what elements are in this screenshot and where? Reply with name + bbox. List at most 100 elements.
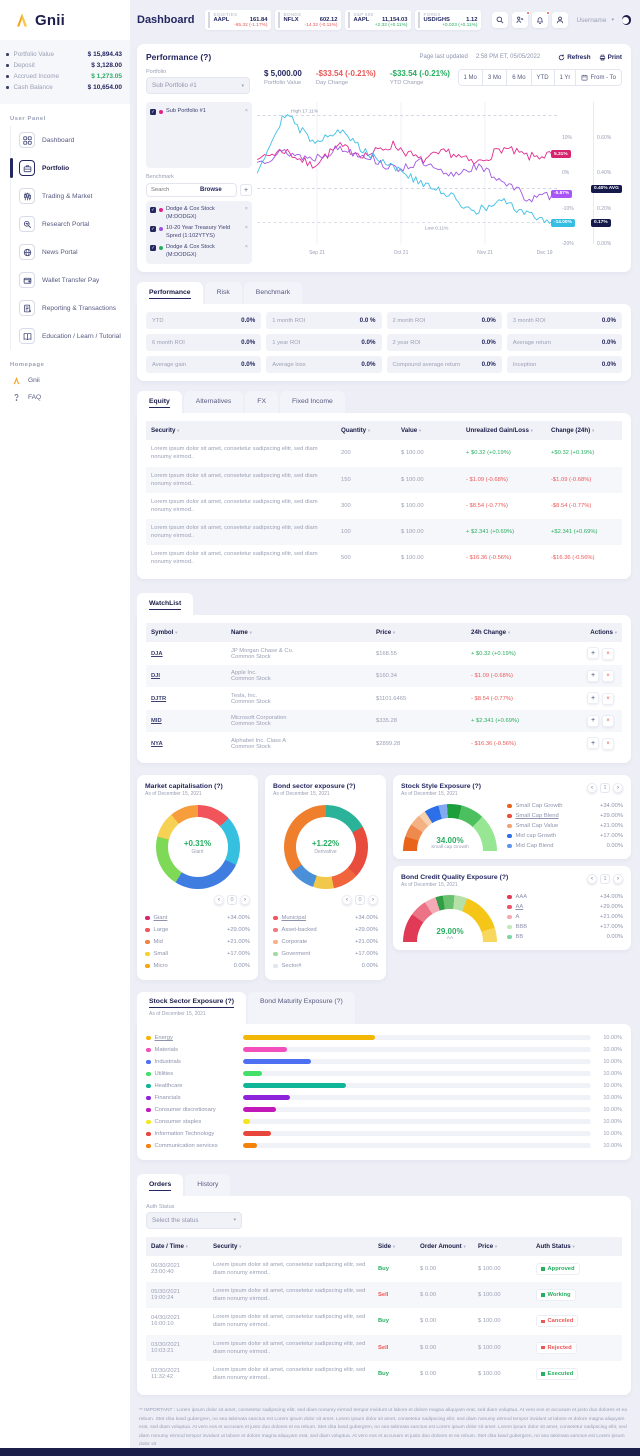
remove-button[interactable]: × <box>602 692 614 705</box>
remove-button[interactable]: × <box>602 670 614 683</box>
ticker-card[interactable]: EQUITIES AAPL 161.84 -65.32 (-1.17%) <box>205 10 272 30</box>
holdings-row[interactable]: Lorem ipsum dolor sit amet, consetetur s… <box>146 493 622 519</box>
remove-button[interactable]: × <box>602 647 614 660</box>
remove-icon[interactable]: × <box>245 206 248 212</box>
ticker-card[interactable]: BONDS NFLX 602.12 -14.32 (-0.11%) <box>275 10 342 30</box>
checkbox-checked[interactable]: ✓ <box>150 207 156 213</box>
symbol-link[interactable]: DJI <box>151 673 160 679</box>
legend-item[interactable]: Small Cap Blend +29.00% <box>507 811 623 821</box>
legend-item[interactable]: Goverment +17.00% <box>273 948 378 960</box>
sidebar-item-education[interactable]: Education / Learn / Tutorial <box>11 322 130 350</box>
print-button[interactable]: Print <box>599 54 622 61</box>
sidebar-item-faq[interactable]: FAQ <box>0 389 130 406</box>
ticker-card[interactable]: S&P 500 AAPL 11,154.03 +2.32 (+0.11%) <box>345 10 412 30</box>
prev-page-button[interactable]: ‹ <box>342 894 352 905</box>
benchmark-item[interactable]: ✓ Dodge & Cox Stock (M:DODGX) × <box>150 242 248 261</box>
market-activity-button[interactable] <box>512 10 530 28</box>
legend-item[interactable]: AA +29.00% <box>507 902 623 912</box>
order-row[interactable]: 05/30/2021 19:00:24 Lorem ipsum dolor sit… <box>146 1282 622 1309</box>
watchlist-row[interactable]: MID Microsoft Corporation Common Stock $3… <box>146 709 622 733</box>
stats-tab[interactable]: Performance <box>137 282 203 305</box>
benchmark-search-input[interactable] <box>151 187 197 193</box>
legend-item[interactable]: AAA +34.00% <box>507 892 623 902</box>
range-1mo[interactable]: 1 Mo <box>458 70 483 85</box>
legend-item[interactable]: Small +17.00% <box>145 948 250 960</box>
remove-icon[interactable]: × <box>245 225 248 231</box>
sidebar-item-wallet-transfer[interactable]: Wallet Transfer Pay <box>11 266 130 294</box>
watchlist-row[interactable]: DJA JP Morgan Chase & Co. Common Stock $1… <box>146 642 622 665</box>
username-label[interactable]: Username <box>576 17 606 24</box>
selected-series-item[interactable]: ✓ Sub Portfolio #1 × <box>150 106 248 118</box>
watchlist-tab[interactable]: WatchList <box>137 593 194 616</box>
sidebar-item-reporting-transactions[interactable]: Reporting & Transactions <box>11 294 130 322</box>
watchlist-row[interactable]: DJTR Tesla, Inc. Common Stock $1101.6465 … <box>146 687 622 710</box>
watchlist-row[interactable]: DJI Apple Inc. Common Stock $160.34 - $1.… <box>146 664 622 688</box>
remove-button[interactable]: × <box>602 737 614 750</box>
benchmark-item[interactable]: ✓ Dodge & Cox Stock (M:DODGX) × <box>150 204 248 223</box>
prev-page-button[interactable]: ‹ <box>587 782 597 793</box>
holdings-row[interactable]: Lorem ipsum dolor sit amet, consetetur s… <box>146 518 622 546</box>
legend-item[interactable]: Asset-backed +29.00% <box>273 924 378 936</box>
benchmark-item[interactable]: ✓ 10-20 Year Treasury Yield Spred (1:102… <box>150 223 248 242</box>
checkbox-checked[interactable]: ✓ <box>150 226 156 233</box>
checkbox-checked[interactable]: ✓ <box>150 245 156 252</box>
sidebar-item-gnii[interactable]: Gnii <box>0 372 130 389</box>
legend-item[interactable]: BB 0.00% <box>507 932 623 942</box>
holdings-tab[interactable]: Equity <box>137 391 182 414</box>
add-button[interactable]: + <box>587 737 599 750</box>
legend-item[interactable]: Sector# 0.00% <box>273 960 378 972</box>
next-page-button[interactable]: › <box>368 894 378 905</box>
remove-icon[interactable]: × <box>245 108 248 114</box>
profile-button[interactable] <box>552 12 569 28</box>
order-row[interactable]: 02/30/2021 11:32:42 Lorem ipsum dolor sit… <box>146 1361 622 1387</box>
holdings-tab[interactable]: FX <box>245 391 278 414</box>
add-benchmark-button[interactable]: + <box>240 184 252 196</box>
portfolio-select[interactable]: Sub Portfolio #1 ▾ <box>146 77 250 94</box>
auth-status-select[interactable]: Select the status ▾ <box>146 1211 242 1229</box>
prev-page-button[interactable]: ‹ <box>214 894 224 905</box>
next-page-button[interactable]: › <box>613 873 623 884</box>
remove-button[interactable]: × <box>602 715 614 728</box>
browse-button[interactable]: Browse <box>200 187 222 193</box>
legend-item[interactable]: Small Cap Value +21.00% <box>507 821 623 831</box>
legend-item[interactable]: Mid Cap Blend 0.00% <box>507 841 623 851</box>
range-3mo[interactable]: 3 Mo <box>482 70 508 85</box>
tab-bond-maturity-exposure[interactable]: Bond Maturity Exposure (?) <box>247 991 355 1024</box>
sidebar-item-portfolio[interactable]: Portfolio <box>10 154 130 182</box>
legend-item[interactable]: Small Cap Growth +34.00% <box>507 801 623 811</box>
next-page-button[interactable]: › <box>240 894 250 905</box>
notifications-button[interactable] <box>532 10 550 28</box>
add-button[interactable]: + <box>587 692 599 705</box>
range-1yr[interactable]: 1 Yr <box>554 70 577 85</box>
orders-tab[interactable]: Orders <box>137 1173 184 1196</box>
range-from-to[interactable]: From - To <box>576 70 621 85</box>
add-button[interactable]: + <box>587 669 599 682</box>
order-row[interactable]: 04/30/2021 16:00:10 Lorem ipsum dolor sit… <box>146 1308 622 1334</box>
range-6mo[interactable]: 6 Mo <box>507 70 532 85</box>
watchlist-row[interactable]: NYA Alphabet Inc. Class A Common Stock $2… <box>146 732 622 755</box>
holdings-row[interactable]: Lorem ipsum dolor sit amet, consetetur s… <box>146 545 622 571</box>
sidebar-item-news-portal[interactable]: News Portal <box>11 238 130 266</box>
legend-item[interactable]: Mid +21.00% <box>145 936 250 948</box>
holdings-row[interactable]: Lorem ipsum dolor sit amet, consetetur s… <box>146 466 622 493</box>
stats-tab[interactable]: Risk <box>204 282 242 305</box>
tab-stock-sector-exposure[interactable]: Stock Sector Exposure (?) As of December… <box>137 991 246 1024</box>
legend-item[interactable]: Large +29.00% <box>145 924 250 936</box>
legend-item[interactable]: Giant +34.00% <box>145 912 250 924</box>
ticker-card[interactable]: FOREX USD/GHS 1.12 +0.023 (+0.11%) <box>415 10 482 30</box>
sidebar-item-dashboard[interactable]: Dashboard <box>11 126 130 154</box>
range-ytd[interactable]: YTD <box>531 70 555 85</box>
stats-tab[interactable]: Benchmark <box>243 282 303 305</box>
theme-toggle[interactable] <box>621 15 631 25</box>
symbol-link[interactable]: DJA <box>151 651 163 657</box>
holdings-row[interactable]: Lorem ipsum dolor sit amet, consetetur s… <box>146 440 622 466</box>
symbol-link[interactable]: DJTR <box>151 696 166 702</box>
order-row[interactable]: 06/30/2021 23:00:40 Lorem ipsum dolor sit… <box>146 1256 622 1282</box>
add-button[interactable]: + <box>587 647 599 660</box>
add-button[interactable]: + <box>587 714 599 727</box>
next-page-button[interactable]: › <box>613 782 623 793</box>
sidebar-item-research-portal[interactable]: Research Portal <box>11 210 130 238</box>
remove-icon[interactable]: × <box>245 244 248 250</box>
order-row[interactable]: 03/30/2021 10:03:21 Lorem ipsum dolor sit… <box>146 1334 622 1361</box>
holdings-tab[interactable]: Alternatives <box>183 391 244 414</box>
